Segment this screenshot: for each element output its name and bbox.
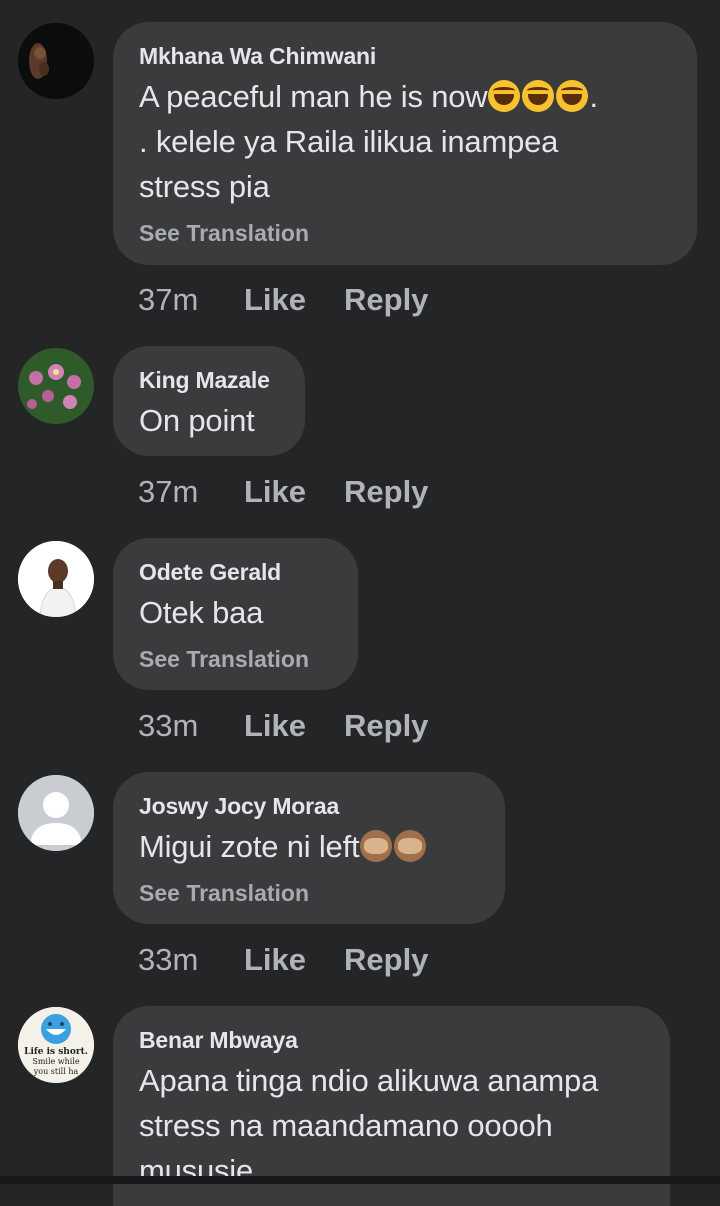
- like-button[interactable]: Like: [244, 282, 344, 318]
- comment-time: 37m: [138, 282, 199, 317]
- avatar-image: [18, 348, 94, 424]
- comment-bubble[interactable]: King Mazale On point: [113, 346, 305, 456]
- avatar-mkhana[interactable]: [18, 23, 94, 99]
- see-translation-link[interactable]: See Translation: [139, 879, 479, 907]
- comment-time: 37m: [138, 474, 199, 509]
- reply-button[interactable]: Reply: [344, 942, 428, 978]
- commenter-name[interactable]: Odete Gerald: [139, 558, 332, 586]
- comment-text: Migui zote ni left: [139, 824, 479, 869]
- comment-bubble[interactable]: Odete Gerald Otek baa See Translation: [113, 538, 358, 690]
- comment-actions: 37m Like Reply: [138, 282, 428, 318]
- comment-bubble[interactable]: Joswy Jocy Moraa Migui zote ni left See …: [113, 772, 505, 924]
- commenter-name[interactable]: Mkhana Wa Chimwani: [139, 42, 671, 70]
- avatar-joswy-jocy-moraa[interactable]: [18, 775, 94, 851]
- avatar-caption-line: you still ha: [33, 1067, 79, 1076]
- avatar-odete-gerald[interactable]: [18, 541, 94, 617]
- comment-actions: 33m Like Reply: [138, 942, 428, 978]
- avatar-caption-line: Life is short.: [24, 1047, 88, 1057]
- avatar-image: [18, 23, 94, 99]
- comment-time: 33m: [138, 942, 199, 977]
- comment-actions: 37m Like Reply: [138, 474, 428, 510]
- see-translation-link[interactable]: See Translation: [139, 219, 671, 247]
- comment-text-line: stress na maandamano ooooh: [139, 1108, 553, 1143]
- comment-bubble[interactable]: Mkhana Wa Chimwani A peaceful man he is …: [113, 22, 697, 265]
- see-no-evil-emoji-icon: [394, 830, 427, 862]
- reply-button[interactable]: Reply: [344, 708, 428, 744]
- avatar-caption: Life is short. Smile while you still ha: [18, 1047, 94, 1077]
- comment-text-line: Apana tinga ndio alikuwa anampa: [139, 1063, 599, 1098]
- comment-text: Otek baa: [139, 595, 264, 630]
- commenter-name[interactable]: King Mazale: [139, 366, 279, 394]
- see-translation-link[interactable]: See Translation: [139, 645, 332, 673]
- comment-text: A peaceful man he is now. . kelele ya Ra…: [139, 74, 671, 209]
- comment-text: On point: [139, 403, 255, 438]
- commenter-name[interactable]: Joswy Jocy Moraa: [139, 792, 479, 820]
- commenter-name[interactable]: Benar Mbwaya: [139, 1026, 644, 1054]
- see-no-evil-emoji-icon: [360, 830, 393, 862]
- comment-text: Apana tinga ndio alikuwa anampa stress n…: [139, 1058, 644, 1193]
- avatar-image: [18, 541, 94, 617]
- default-avatar-icon: [18, 775, 94, 851]
- comment-text-line: stress pia: [139, 169, 270, 204]
- comment-text-line: A peaceful man he is now: [139, 79, 488, 114]
- comment-text-line: . kelele ya Raila ilikua inampea: [139, 124, 559, 159]
- like-button[interactable]: Like: [244, 708, 344, 744]
- bottom-bar: [0, 1176, 720, 1184]
- like-button[interactable]: Like: [244, 474, 344, 510]
- comment-text-line: Migui zote ni left: [139, 829, 360, 864]
- avatar-benar-mbwaya[interactable]: Life is short. Smile while you still ha: [18, 1007, 94, 1083]
- reply-button[interactable]: Reply: [344, 282, 428, 318]
- rofl-emoji-icon: [488, 80, 521, 112]
- comment-text-tail: .: [589, 79, 598, 114]
- rofl-emoji-icon: [522, 80, 555, 112]
- avatar-king-mazale[interactable]: [18, 348, 94, 424]
- reply-button[interactable]: Reply: [344, 474, 428, 510]
- like-button[interactable]: Like: [244, 942, 344, 978]
- avatar-caption-line: Smile while: [32, 1057, 80, 1066]
- rofl-emoji-icon: [556, 80, 589, 112]
- comment-time: 33m: [138, 708, 199, 743]
- comment-actions: 33m Like Reply: [138, 708, 428, 744]
